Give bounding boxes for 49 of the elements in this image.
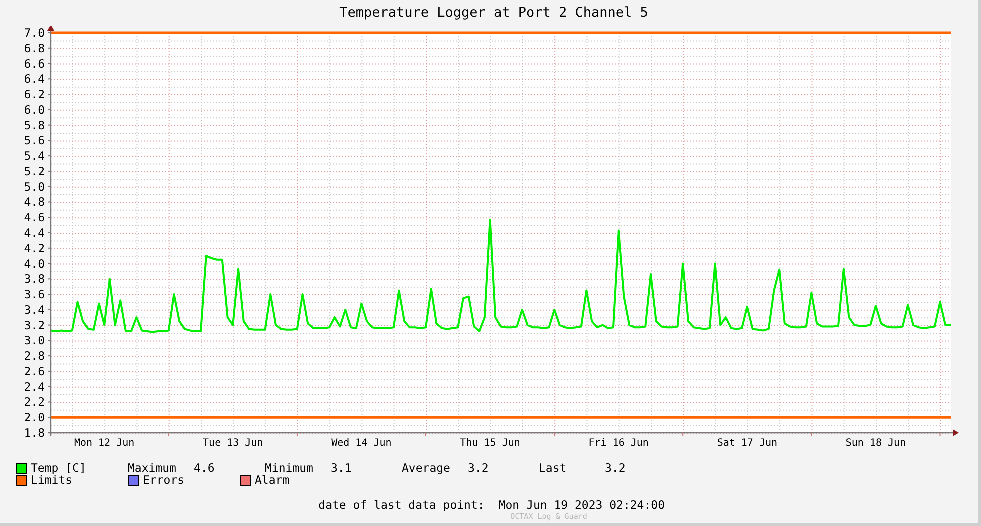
x-tick-label: Wed 14 Jun bbox=[332, 438, 392, 449]
y-tick-label: 2.8 bbox=[24, 349, 45, 364]
y-tick-label: 6.6 bbox=[24, 56, 45, 71]
stat-label: Last bbox=[539, 462, 568, 474]
x-tick-label: Sun 18 Jun bbox=[846, 438, 906, 449]
y-tick-label: 5.4 bbox=[24, 149, 45, 164]
x-tick-label: Mon 12 Jun bbox=[74, 438, 135, 449]
legend-label: Temp [C] bbox=[31, 462, 86, 474]
y-tick-label: 3.4 bbox=[24, 302, 45, 317]
y-tick-label: 2.2 bbox=[24, 395, 45, 410]
legend-label: Limits bbox=[31, 474, 73, 486]
x-tick-label: Tue 13 Jun bbox=[203, 438, 264, 449]
x-tick-label: Fri 16 Jun bbox=[588, 438, 649, 449]
y-tick-label: 4.0 bbox=[24, 256, 45, 271]
legend-label: Errors bbox=[143, 474, 185, 486]
y-tick-label: 3.6 bbox=[24, 288, 45, 302]
stat-value: 3.2 bbox=[605, 462, 626, 474]
y-tick-label: 7.0 bbox=[24, 26, 45, 40]
y-tick-label: 5.0 bbox=[24, 180, 45, 194]
y-tick-label: 3.2 bbox=[24, 318, 45, 332]
stat-value: 4.6 bbox=[194, 462, 215, 474]
stat-value: 3.1 bbox=[331, 462, 352, 474]
y-tick-label: 2.6 bbox=[24, 364, 45, 378]
y-tick-label: 4.2 bbox=[24, 241, 45, 256]
y-tick-label: 5.2 bbox=[24, 164, 45, 178]
y-tick-label: 3.8 bbox=[24, 272, 45, 286]
x-tick-label: Sat 17 Jun bbox=[717, 438, 778, 449]
y-tick-label: 5.6 bbox=[24, 134, 45, 148]
last-data-label: date of last data point: bbox=[318, 498, 485, 512]
legend-label: Alarm bbox=[255, 474, 290, 486]
y-tick-label: 3.0 bbox=[24, 334, 45, 348]
y-tick-label: 6.2 bbox=[24, 88, 45, 102]
y-tick-label: 6.0 bbox=[24, 102, 45, 117]
y-tick-label: 4.8 bbox=[24, 195, 45, 210]
stat-value: 3.2 bbox=[468, 462, 489, 474]
stat-label: Average bbox=[402, 462, 452, 474]
y-tick-label: 1.8 bbox=[24, 426, 45, 440]
y-tick-label: 2.0 bbox=[24, 410, 45, 425]
y-tick-label: 5.8 bbox=[24, 118, 45, 132]
y-tick-label: 2.4 bbox=[24, 380, 45, 394]
y-tick-label: 4.6 bbox=[24, 210, 45, 225]
last-data-date: Mon Jun 19 2023 02:24:00 bbox=[498, 498, 665, 512]
stat-label: Minimum bbox=[265, 462, 314, 474]
x-tick-label: Thu 15 Jun bbox=[460, 438, 520, 449]
stat-label: Maximum bbox=[128, 462, 178, 474]
y-tick-label: 6.8 bbox=[24, 41, 45, 56]
y-tick-label: 6.4 bbox=[24, 72, 45, 86]
chart-title: Temperature Logger at Port 2 Channel 5 bbox=[338, 4, 648, 23]
y-tick-label: 4.4 bbox=[24, 226, 45, 240]
